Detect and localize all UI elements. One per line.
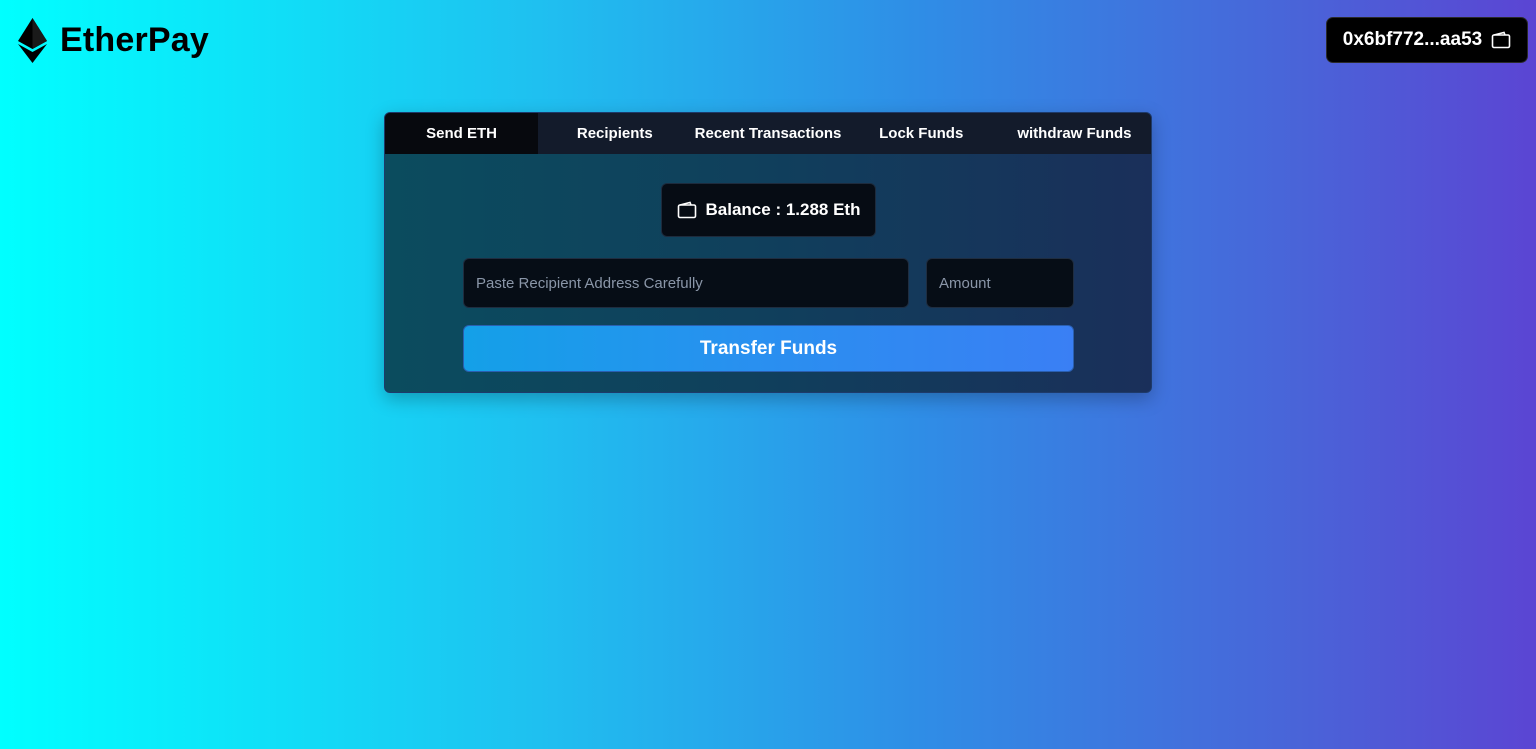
wallet-icon bbox=[677, 201, 697, 219]
wallet-icon bbox=[1491, 31, 1511, 49]
tab-bar: Send ETH Recipients Recent Transactions … bbox=[385, 113, 1151, 154]
wallet-address: 0x6bf772...aa53 bbox=[1342, 29, 1483, 50]
transfer-funds-button[interactable]: Transfer Funds bbox=[463, 325, 1074, 372]
amount-input[interactable] bbox=[926, 258, 1074, 308]
tab-withdraw-funds[interactable]: withdraw Funds bbox=[998, 113, 1151, 154]
tab-send-eth[interactable]: Send ETH bbox=[385, 113, 539, 154]
recipient-address-input[interactable] bbox=[463, 258, 909, 308]
tab-lock-funds[interactable]: Lock Funds bbox=[845, 113, 998, 154]
brand-logo[interactable]: EtherPay bbox=[18, 18, 209, 63]
balance-label: Balance : 1.288 Eth bbox=[705, 200, 861, 219]
brand-name: EtherPay bbox=[60, 21, 210, 59]
send-eth-card: Send ETH Recipients Recent Transactions … bbox=[384, 112, 1152, 393]
tab-recent-transactions[interactable]: Recent Transactions bbox=[691, 113, 844, 154]
balance-display: Balance : 1.288 Eth bbox=[661, 183, 876, 237]
wallet-address-button[interactable]: 0x6bf772...aa53 bbox=[1326, 17, 1528, 63]
tab-recipients[interactable]: Recipients bbox=[538, 113, 691, 154]
ethereum-icon bbox=[18, 18, 47, 63]
